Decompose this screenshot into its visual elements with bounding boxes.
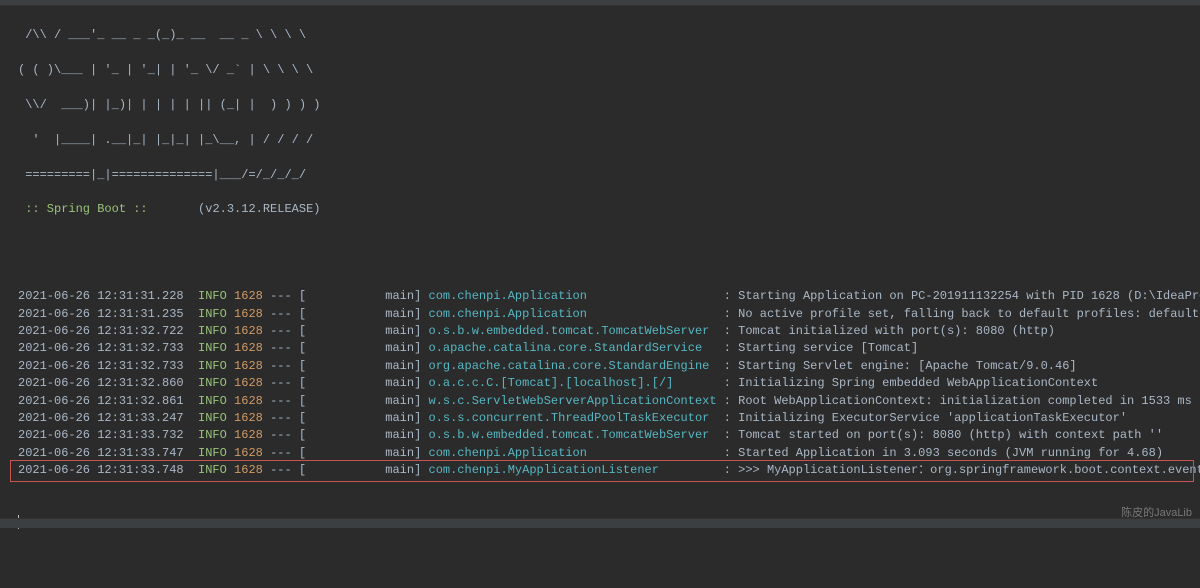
log-pid: 1628	[234, 411, 263, 425]
banner-label: :: Spring Boot ::	[18, 202, 155, 216]
log-level: INFO	[198, 463, 227, 477]
log-pid: 1628	[234, 446, 263, 460]
log-pid: 1628	[234, 394, 263, 408]
log-line: 2021-06-26 12:31:32.861 INFO 1628 --- [ …	[18, 393, 1194, 410]
banner-version: (v2.3.12.RELEASE)	[198, 202, 320, 216]
log-level: INFO	[198, 359, 227, 373]
log-pid: 1628	[234, 341, 263, 355]
log-level: INFO	[198, 289, 227, 303]
log-level: INFO	[198, 394, 227, 408]
log-line: 2021-06-26 12:31:32.733 INFO 1628 --- [ …	[18, 340, 1194, 357]
log-logger: com.chenpi.Application	[429, 446, 717, 460]
log-line: 2021-06-26 12:31:32.722 INFO 1628 --- [ …	[18, 323, 1194, 340]
log-line: 2021-06-26 12:31:32.860 INFO 1628 --- [ …	[18, 375, 1194, 392]
log-logger: org.apache.catalina.core.StandardEngine	[429, 359, 717, 373]
log-logger: o.s.s.concurrent.ThreadPoolTaskExecutor	[429, 411, 717, 425]
log-level: INFO	[198, 446, 227, 460]
log-level: INFO	[198, 341, 227, 355]
log-line: 2021-06-26 12:31:32.733 INFO 1628 --- [ …	[18, 358, 1194, 375]
log-pid: 1628	[234, 289, 263, 303]
log-pid: 1628	[234, 463, 263, 477]
log-line: 2021-06-26 12:31:31.235 INFO 1628 --- [ …	[18, 306, 1194, 323]
log-logger: o.s.b.w.embedded.tomcat.TomcatWebServer	[429, 428, 717, 442]
log-logger: o.a.c.c.C.[Tomcat].[localhost].[/]	[429, 376, 717, 390]
log-level: INFO	[198, 411, 227, 425]
log-line: 2021-06-26 12:31:33.747 INFO 1628 --- [ …	[18, 445, 1194, 462]
log-level: INFO	[198, 428, 227, 442]
log-line: 2021-06-26 12:31:33.748 INFO 1628 --- [ …	[18, 462, 1194, 479]
ascii-art-line: ' |____| .__|_| |_|_| |_\__, | / / / /	[18, 132, 1194, 149]
console-output[interactable]: /\\ / ___'_ __ _ _(_)_ __ __ _ \ \ \ \ (…	[0, 6, 1200, 588]
spring-boot-banner: :: Spring Boot :: (v2.3.12.RELEASE)	[18, 201, 1194, 218]
log-level: INFO	[198, 376, 227, 390]
log-logger: w.s.c.ServletWebServerApplicationContext	[429, 394, 717, 408]
log-pid: 1628	[234, 307, 263, 321]
editor-bottombar	[0, 518, 1200, 528]
ascii-art-line: =========|_|==============|___/=/_/_/_/	[18, 167, 1194, 184]
log-level: INFO	[198, 307, 227, 321]
log-level: INFO	[198, 324, 227, 338]
log-logger: com.chenpi.Application	[429, 307, 717, 321]
ascii-art-line: /\\ / ___'_ __ _ _(_)_ __ __ _ \ \ \ \	[18, 27, 1194, 44]
log-pid: 1628	[234, 428, 263, 442]
log-logger: o.apache.catalina.core.StandardService	[429, 341, 717, 355]
log-logger: o.s.b.w.embedded.tomcat.TomcatWebServer	[429, 324, 717, 338]
log-line: 2021-06-26 12:31:31.228 INFO 1628 --- [ …	[18, 288, 1194, 305]
log-pid: 1628	[234, 359, 263, 373]
log-pid: 1628	[234, 324, 263, 338]
log-line: 2021-06-26 12:31:33.732 INFO 1628 --- [ …	[18, 427, 1194, 444]
log-logger: com.chenpi.Application	[429, 289, 717, 303]
ascii-art-line: ( ( )\___ | '_ | '_| | '_ \/ _` | \ \ \ …	[18, 62, 1194, 79]
blank-line	[18, 236, 1194, 253]
log-line: 2021-06-26 12:31:33.247 INFO 1628 --- [ …	[18, 410, 1194, 427]
log-pid: 1628	[234, 376, 263, 390]
log-logger: com.chenpi.MyApplicationListener	[429, 463, 717, 477]
ascii-art-line: \\/ ___)| |_)| | | | | || (_| | ) ) ) )	[18, 97, 1194, 114]
